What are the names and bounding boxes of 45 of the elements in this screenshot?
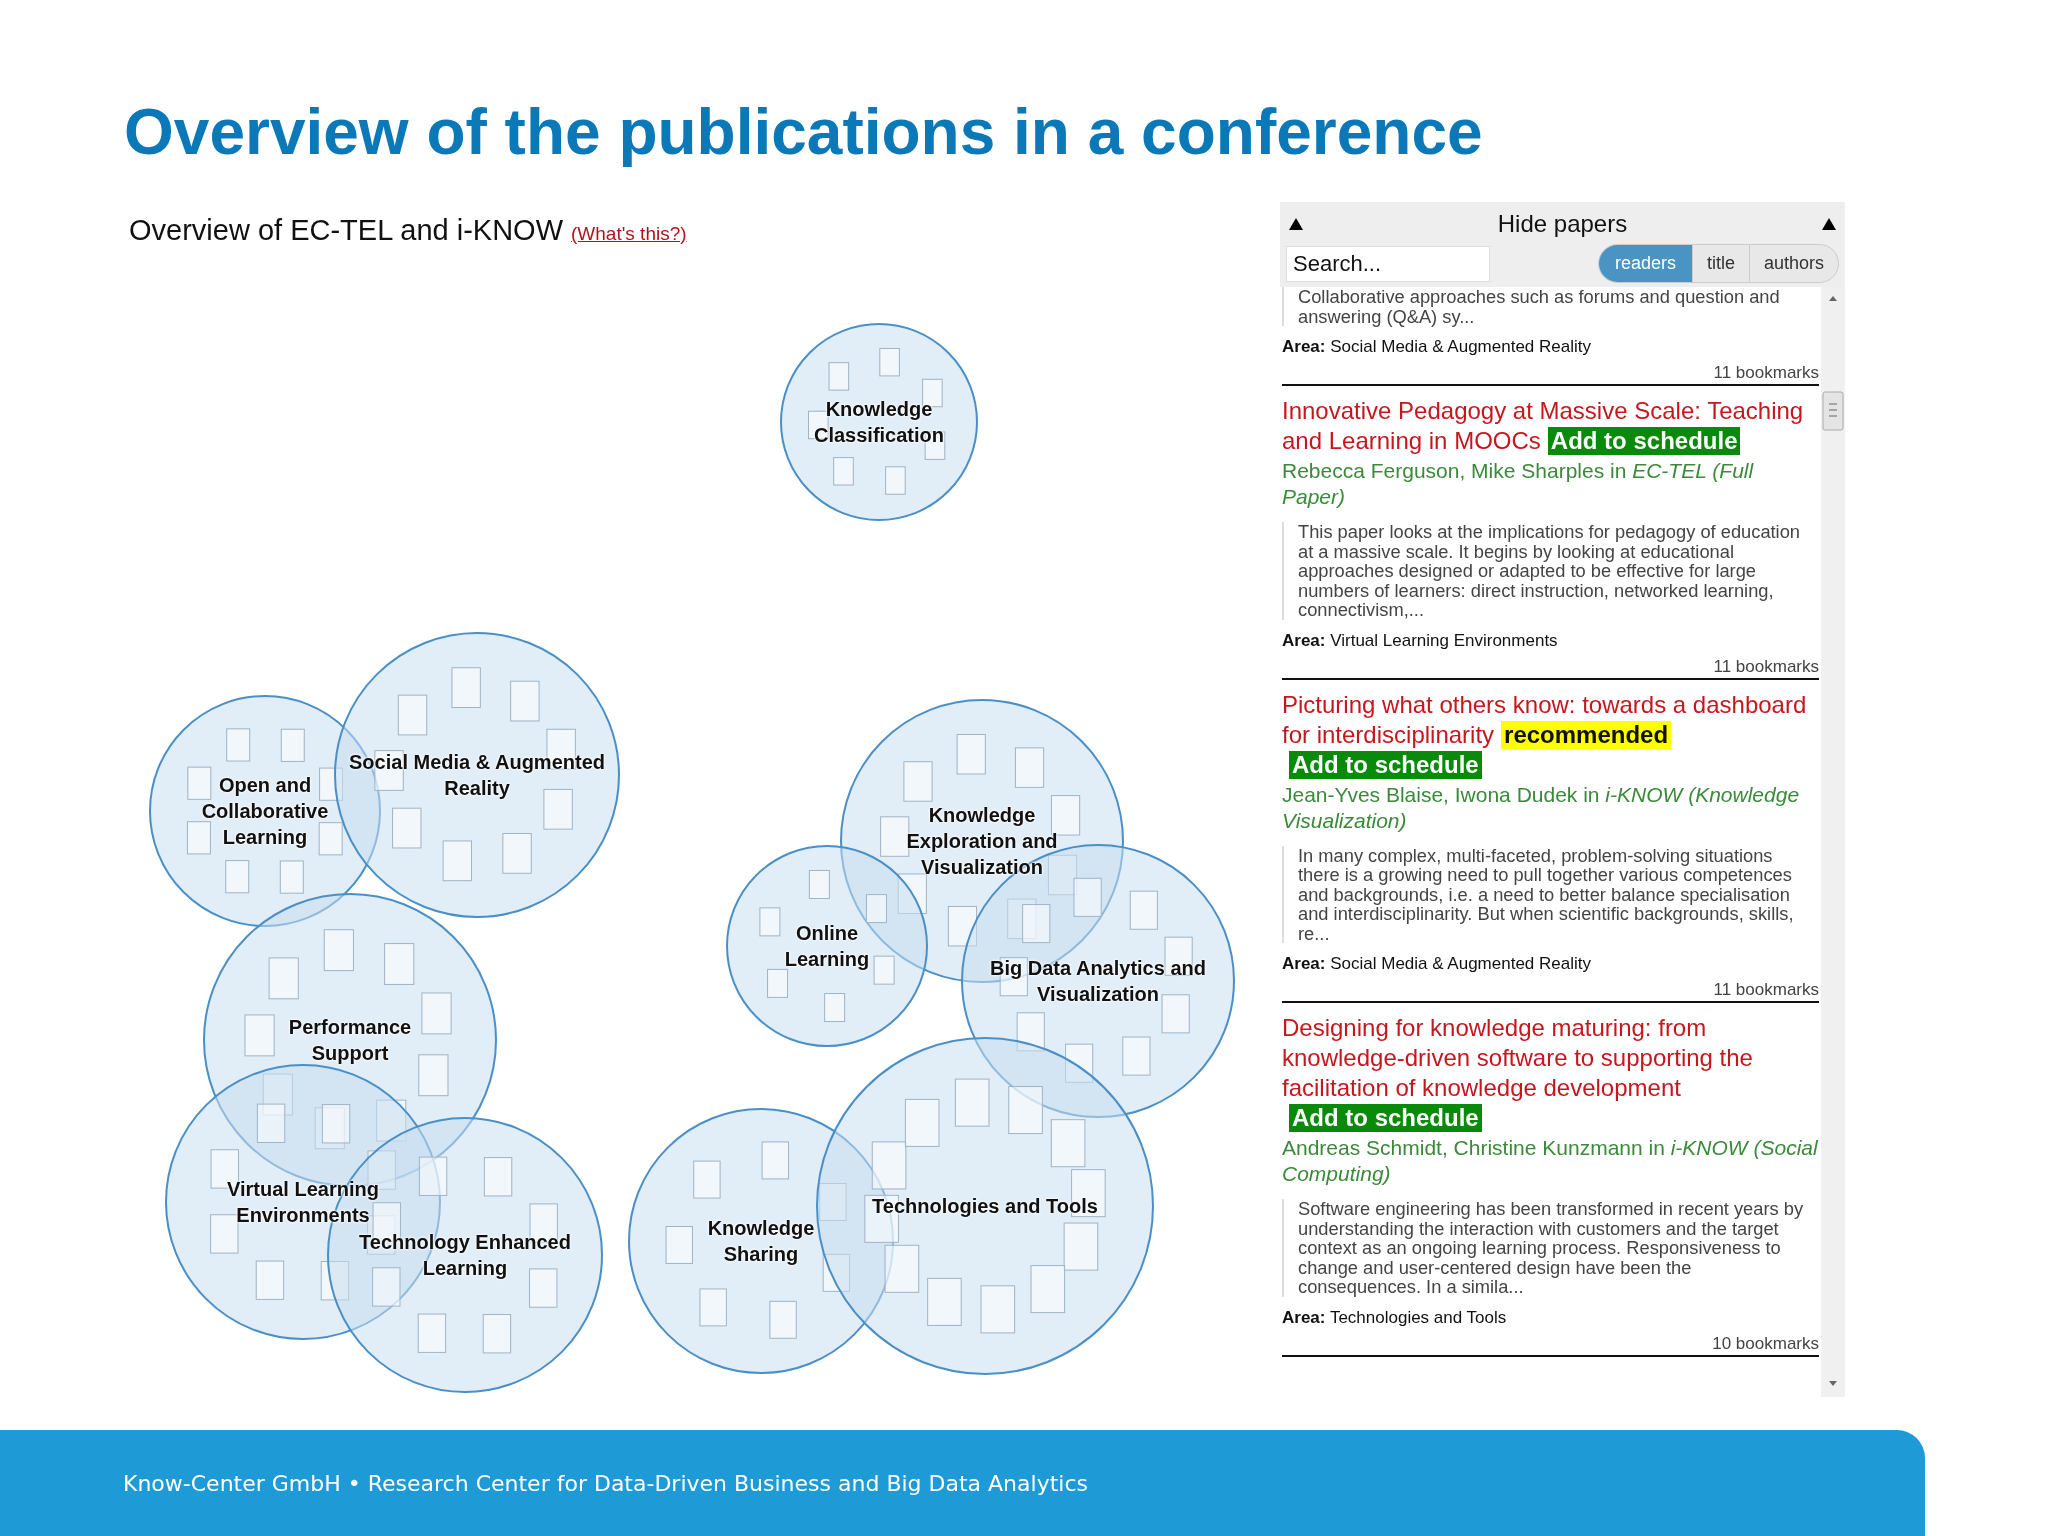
collapse-arrow-icon[interactable] bbox=[1288, 217, 1304, 231]
add-to-schedule-button[interactable]: Add to schedule bbox=[1289, 1104, 1482, 1132]
bookmark-count: 11 bookmarks bbox=[1712, 656, 1819, 677]
paper-authors: Andreas Schmidt, Christine Kunzmann in i-KNOW (Social Computing) bbox=[1282, 1135, 1819, 1187]
scrollbar-drawing[interactable] bbox=[1821, 287, 1845, 1397]
cluster-label: Technology Enhanced Learning bbox=[358, 1230, 572, 1281]
paper-authors: Rebecca Ferguson, Mike Sharples in EC-TEL (Full Paper) bbox=[1282, 458, 1755, 510]
search-field[interactable]: Search... bbox=[1286, 245, 1490, 282]
paper-title-link[interactable]: Picturing what others know: towards a dashboard for interdisciplinarity recommended Add to schedule bbox=[1282, 689, 1819, 780]
add-to-schedule-button[interactable]: Add to schedule bbox=[1547, 427, 1741, 455]
bookmark-count: 11 bookmarks bbox=[1712, 980, 1819, 1000]
paper-authors: Jean-Yves Blaise, Iwona Dudek in i-KNOW (Knowledge Visualization) bbox=[1282, 781, 1801, 834]
cluster-bubble[interactable] bbox=[780, 323, 978, 521]
cluster-label: Performance Support bbox=[287, 1015, 413, 1066]
paper-area: Area: Social Media & Augmented Reality bbox=[1282, 954, 1819, 974]
cluster-label: Open and Collaborative Learning bbox=[200, 773, 330, 850]
paper-abstract: Software engineering has been transformed in recent years by understanding the interaction with customers and the target context as an ongoing learning process. Responsiveness to change and user-centered design have been the consequences. In a simila... bbox=[1282, 1199, 1819, 1297]
sort-tab[interactable]: authors bbox=[1748, 245, 1838, 282]
recommended-badge: recommended bbox=[1501, 720, 1672, 749]
cluster-label: Social Media & Augmented Reality bbox=[348, 750, 606, 801]
paper-area: Area: Virtual Learning Environments bbox=[1282, 630, 1819, 651]
bookmark-count: 11 bookmarks bbox=[1712, 363, 1819, 383]
paper-title-link[interactable]: Innovative Pedagogy at Massive Scale: Teaching and Learning in MOOCs Add to schedule bbox=[1282, 396, 1819, 456]
cluster-label: Knowledge Classification bbox=[812, 397, 945, 448]
cluster-label: Knowledge Sharing bbox=[706, 1216, 816, 1267]
cluster-label: Big Data Analytics and Visualization bbox=[989, 956, 1207, 1007]
bookmark-count: 10 bookmarks bbox=[1711, 1333, 1819, 1354]
sort-tab[interactable]: readers bbox=[1598, 245, 1692, 282]
paper-area: Area: Technologies and Tools bbox=[1282, 1307, 1819, 1328]
add-to-schedule-button[interactable]: Add to schedule bbox=[1289, 750, 1482, 779]
cluster-label: Online Learning bbox=[783, 921, 871, 972]
paper-abstract: In many complex, multi-faceted, problem-solving situations there is a growing need to pull together various competences and backgrounds, i.e. a need to better balance specialisation and interdisciplinarity. But when scientific backgrounds, skills, re... bbox=[1282, 845, 1819, 943]
collapse-arrow-icon[interactable] bbox=[1821, 217, 1837, 231]
paper-title-link[interactable]: Designing for knowledge maturing: from knowledge-driven software to supporting the facilitation of knowledge development Add to schedule bbox=[1282, 1013, 1819, 1133]
cluster-bubble[interactable] bbox=[334, 632, 620, 918]
paper-area: Area: Social Media & Augmented Reality bbox=[1282, 337, 1819, 357]
hide-papers-toggle[interactable]: Hide papers bbox=[1497, 210, 1628, 238]
overview-heading: Overview of EC-TEL and i-KNOW bbox=[129, 214, 564, 247]
help-link[interactable]: (What's this?) bbox=[571, 223, 687, 245]
slide-title: Overview of the publications in a conference bbox=[124, 95, 1484, 170]
paper-abstract: Collaborative approaches such as forums and question and answering (Q&A) sy... bbox=[1282, 287, 1819, 326]
cluster-label: Technologies and Tools bbox=[871, 1194, 1099, 1219]
paper-abstract: This paper looks at the implications for pedagogy of education at a massive scale. It begins by looking at educational approaches designed or adapted to be effective for large numbers of learners: direct instruction, networked learning, connectivism,... bbox=[1282, 522, 1819, 620]
sort-tab[interactable]: title bbox=[1691, 245, 1749, 282]
footer-text: Know-Center GmbH • Research Center for Data-Driven Business and Big Data Analytics bbox=[123, 1470, 1088, 1496]
